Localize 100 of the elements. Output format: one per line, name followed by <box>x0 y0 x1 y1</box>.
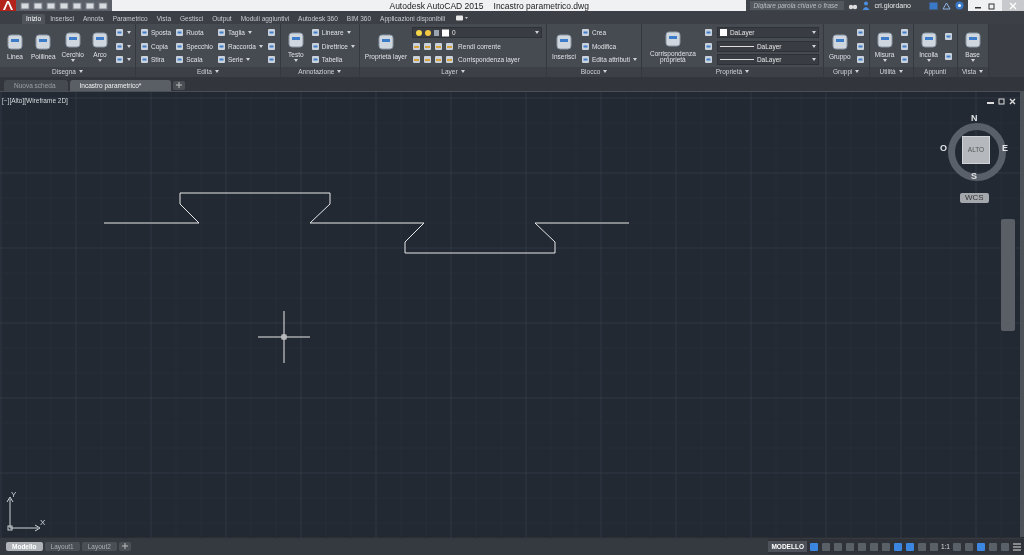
status-toggle-icon[interactable] <box>952 541 962 552</box>
status-toggle-icon[interactable] <box>844 541 855 552</box>
status-toggle-icon[interactable] <box>964 541 974 552</box>
tool-icon <box>90 30 110 51</box>
close-icon <box>1009 1 1017 10</box>
tool-icon <box>703 55 713 65</box>
caret-icon <box>603 70 608 74</box>
status-toggle-icon[interactable] <box>856 541 867 552</box>
tool-icon <box>310 28 320 38</box>
restore-icon[interactable] <box>998 97 1005 105</box>
icon-button[interactable] <box>855 40 865 52</box>
tool-icon <box>943 52 953 62</box>
tool-icon <box>266 28 276 38</box>
line-preview <box>719 59 754 61</box>
tool-icon <box>580 28 590 38</box>
compass-letter[interactable]: O <box>940 143 947 153</box>
status-toggle-icon[interactable] <box>904 541 915 552</box>
icon-button[interactable] <box>899 27 909 39</box>
icon-button[interactable] <box>899 54 909 66</box>
icon-button[interactable] <box>266 27 276 39</box>
status-toggle-icon[interactable] <box>868 541 879 552</box>
icon-button[interactable] <box>943 51 953 63</box>
compass-letter[interactable]: S <box>971 171 977 181</box>
caret-icon <box>350 44 355 48</box>
tool-icon <box>580 55 590 65</box>
status-toggle-icon[interactable] <box>976 541 986 552</box>
layer-tool-icon[interactable] <box>412 55 422 65</box>
layer-tool-icon[interactable] <box>412 41 422 51</box>
icon-button[interactable] <box>266 54 276 66</box>
menu-icon[interactable] <box>1012 541 1022 552</box>
tool-icon <box>855 28 865 38</box>
color-swatch <box>719 29 727 37</box>
caret-icon <box>971 59 976 63</box>
icon-button[interactable] <box>703 40 713 52</box>
layer-tool-icon[interactable] <box>434 41 444 51</box>
caret-icon <box>127 44 131 48</box>
tool-icon <box>217 28 226 38</box>
app-menu-button[interactable] <box>0 0 16 11</box>
tool-icon <box>175 41 185 51</box>
status-toggle-icon[interactable] <box>916 541 927 552</box>
layer-tool-icon[interactable] <box>445 41 455 51</box>
layer-tool-icon[interactable] <box>423 55 433 65</box>
icon-button[interactable] <box>943 30 953 42</box>
status-toggle-icon[interactable] <box>988 541 998 552</box>
layer-tool-icon[interactable] <box>445 55 455 65</box>
status-toggle-icon[interactable] <box>880 541 891 552</box>
tool-icon <box>703 28 713 38</box>
icon-button[interactable] <box>266 40 276 52</box>
caret-icon <box>883 59 888 63</box>
caret-icon <box>78 70 83 74</box>
status-toggle-icon[interactable] <box>832 541 843 552</box>
restore-icon[interactable] <box>988 1 996 10</box>
layer-tool-icon[interactable] <box>423 41 433 51</box>
tool-icon <box>140 28 149 38</box>
compass-letter[interactable]: N <box>971 113 978 123</box>
icon-button[interactable] <box>115 40 131 52</box>
layer-tool-icon[interactable] <box>434 55 444 65</box>
status-toggle-icon[interactable] <box>808 541 819 552</box>
caret-icon <box>98 59 103 63</box>
status-toggle-icon[interactable] <box>1000 541 1010 552</box>
icon-button[interactable] <box>855 27 865 39</box>
caret-icon <box>855 70 860 74</box>
caret-icon <box>127 31 131 35</box>
layer-state-icons <box>415 28 450 37</box>
ribbon-toggle-icon[interactable] <box>456 14 469 21</box>
tool-icon <box>115 55 124 65</box>
tool-icon <box>899 41 909 51</box>
app-title: Autodesk AutoCAD 2015 <box>389 0 484 11</box>
tool-icon <box>580 41 590 51</box>
icon-button[interactable] <box>899 40 909 52</box>
new-layout-button[interactable] <box>118 541 131 551</box>
caret-icon <box>632 58 637 62</box>
caret-icon <box>898 70 903 74</box>
icon-button[interactable] <box>703 27 713 39</box>
caret-icon <box>247 31 252 35</box>
caret-icon <box>927 59 932 63</box>
user-icon[interactable] <box>862 1 871 10</box>
icon-button[interactable] <box>115 27 131 39</box>
file-title: Incastro parametrico.dwg <box>493 0 589 11</box>
new-tab-button[interactable] <box>173 80 186 90</box>
status-toggle-icon[interactable] <box>892 541 903 552</box>
help-icon[interactable] <box>955 1 964 10</box>
compass-letter[interactable]: E <box>1002 143 1008 153</box>
caret-icon <box>535 31 540 35</box>
icon-button[interactable] <box>115 54 131 66</box>
close-icon[interactable] <box>1009 97 1016 105</box>
ucs-menu-button[interactable]: WCS <box>960 192 989 203</box>
tool-icon <box>175 28 185 38</box>
caret-icon <box>979 70 984 74</box>
caret-icon <box>346 31 351 35</box>
ucs-icon <box>6 496 41 532</box>
caret-icon <box>337 70 342 74</box>
status-toggle-icon[interactable] <box>820 541 831 552</box>
icon-button[interactable] <box>703 54 713 66</box>
caret-icon <box>246 58 251 62</box>
icon-button[interactable] <box>855 54 865 66</box>
status-toggle-icon[interactable] <box>928 541 939 552</box>
tool-icon <box>703 41 713 51</box>
tool-icon <box>855 55 865 65</box>
crosshair-cursor <box>257 310 311 364</box>
